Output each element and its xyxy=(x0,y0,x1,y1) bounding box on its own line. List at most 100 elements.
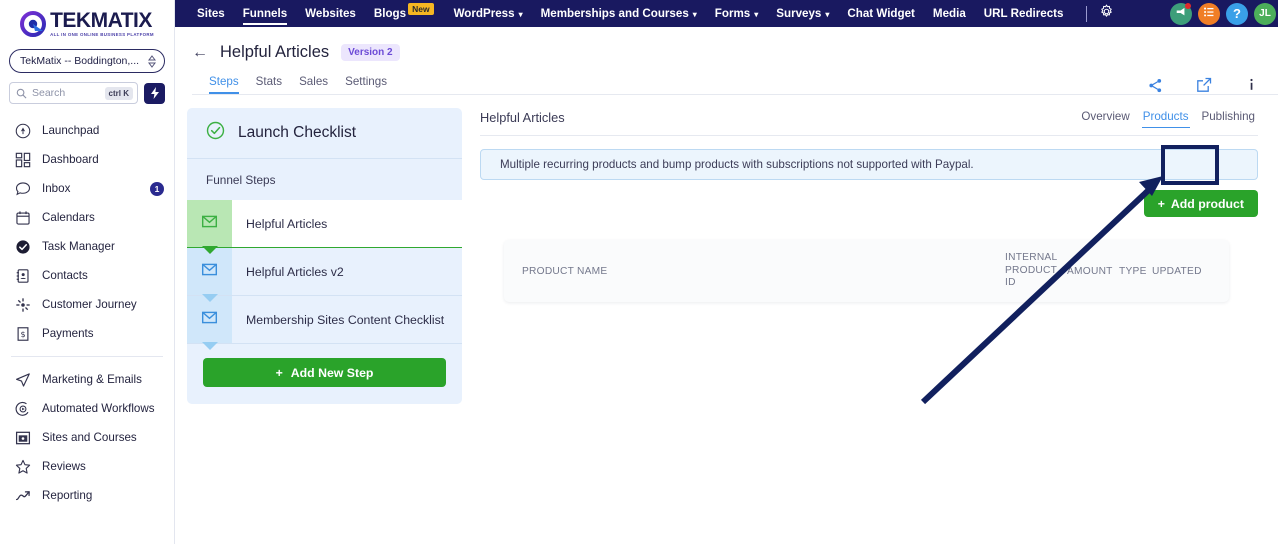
sidebar-item-launchpad[interactable]: Launchpad xyxy=(0,116,174,145)
top-nav-chat-widget[interactable]: Chat Widget xyxy=(838,0,924,27)
settings-gear-button[interactable] xyxy=(1099,4,1114,24)
sites-icon xyxy=(14,429,31,446)
announcements-button[interactable] xyxy=(1170,2,1192,25)
sidebar-item-customer-journey[interactable]: Customer Journey xyxy=(0,290,174,319)
top-nav-url-redirects[interactable]: URL Redirects xyxy=(975,0,1073,27)
sidebar-item-contacts[interactable]: Contacts xyxy=(0,261,174,290)
share-icon[interactable] xyxy=(1148,78,1163,93)
calendar-icon xyxy=(14,209,31,226)
sidebar-nav: Launchpad Dashboard Inbox 1 Calendars Ta… xyxy=(0,116,174,510)
content-tab-publishing[interactable]: Publishing xyxy=(1199,108,1259,128)
sidebar-item-label: Calendars xyxy=(42,211,95,224)
quick-actions-button[interactable] xyxy=(144,82,165,104)
email-step-icon xyxy=(201,309,218,331)
workflow-play-icon xyxy=(14,400,31,417)
notification-dot xyxy=(1185,2,1191,9)
sidebar-item-marketing-emails[interactable]: Marketing & Emails xyxy=(0,365,174,394)
sidebar-item-label: Sites and Courses xyxy=(42,431,137,444)
funnel-step-row[interactable]: Helpful Articles v2 xyxy=(187,248,462,302)
dashboard-icon xyxy=(14,151,31,168)
tekmatix-logo-icon xyxy=(20,10,47,37)
help-button[interactable]: ? xyxy=(1226,2,1248,25)
sidebar-item-calendars[interactable]: Calendars xyxy=(0,203,174,232)
sidebar-item-payments[interactable]: $ Payments xyxy=(0,319,174,348)
version-badge: Version 2 xyxy=(341,44,400,61)
sidebar-item-reviews[interactable]: Reviews xyxy=(0,452,174,481)
sidebar-item-automated-workflows[interactable]: Automated Workflows xyxy=(0,394,174,423)
top-nav-websites[interactable]: Websites xyxy=(296,0,365,27)
top-nav-label: Media xyxy=(932,7,966,20)
content-header: Helpful Articles Overview Products Publi… xyxy=(480,108,1258,128)
tab-label: Stats xyxy=(255,75,283,88)
svg-text:$: $ xyxy=(20,330,25,339)
top-nav-label: Websites xyxy=(305,7,356,20)
top-nav-label: URL Redirects xyxy=(983,7,1064,20)
content-tab-overview[interactable]: Overview xyxy=(1078,108,1132,128)
top-nav-blogs[interactable]: Blogs New xyxy=(365,0,445,27)
body-area: Launch Checklist Funnel Steps Helpful Ar… xyxy=(175,95,1278,404)
add-product-row: + Add product xyxy=(480,190,1258,217)
step-icon-col xyxy=(187,296,232,343)
sidebar-item-label: Inbox xyxy=(42,182,71,195)
logo-wordmark: TEKMATIX xyxy=(50,8,152,32)
top-nav-surveys[interactable]: Surveys ▾ xyxy=(767,0,838,27)
products-table: PRODUCT NAME INTERNAL PRODUCT ID AMOUNT … xyxy=(504,240,1229,302)
chevron-down-icon: ▾ xyxy=(825,10,830,19)
tasks-list-button[interactable] xyxy=(1198,2,1220,25)
journey-icon xyxy=(14,296,31,313)
tab-sales[interactable]: Sales xyxy=(299,75,328,94)
sidebar-item-reporting[interactable]: Reporting xyxy=(0,481,174,510)
top-nav-label: Chat Widget xyxy=(847,7,915,20)
content-title: Helpful Articles xyxy=(480,110,565,125)
top-nav-funnels[interactable]: Funnels xyxy=(234,0,296,27)
top-nav-memberships-and-courses[interactable]: Memberships and Courses ▾ xyxy=(532,0,706,27)
tab-steps[interactable]: Steps xyxy=(209,75,239,94)
top-navigation-bar: Sites Funnels Websites Blogs New WordPre… xyxy=(175,0,1278,27)
launchpad-icon xyxy=(14,122,31,139)
sidebar-item-sites-and-courses[interactable]: Sites and Courses xyxy=(0,423,174,452)
paypal-notice-banner: Multiple recurring products and bump pro… xyxy=(480,149,1258,180)
sidebar: TEKMATIX ALL IN ONE ONLINE BUSINESS PLAT… xyxy=(0,0,175,544)
tab-stats[interactable]: Stats xyxy=(256,75,282,94)
step-connector-arrow xyxy=(202,246,218,254)
funnel-step-row[interactable]: Helpful Articles xyxy=(187,200,462,254)
top-nav-forms[interactable]: Forms ▾ xyxy=(706,0,767,27)
step-label: Helpful Articles v2 xyxy=(232,248,462,295)
back-arrow-icon[interactable]: ← xyxy=(192,44,208,61)
contacts-icon xyxy=(14,267,31,284)
plus-icon: + xyxy=(275,365,283,380)
tab-label: Publishing xyxy=(1201,110,1256,123)
step-connector-arrow xyxy=(202,294,218,302)
search-input[interactable]: Search ctrl K xyxy=(9,82,138,104)
top-nav-wordpress[interactable]: WordPress ▾ xyxy=(445,0,532,27)
checklist-header[interactable]: Launch Checklist xyxy=(187,108,462,159)
top-nav-media[interactable]: Media xyxy=(924,0,975,27)
brand-logo[interactable]: TEKMATIX ALL IN ONE ONLINE BUSINESS PLAT… xyxy=(0,0,174,43)
sidebar-item-dashboard[interactable]: Dashboard xyxy=(0,145,174,174)
funnel-steps-label: Funnel Steps xyxy=(206,173,276,187)
step-label: Membership Sites Content Checklist xyxy=(232,296,462,343)
content-panel: Helpful Articles Overview Products Publi… xyxy=(480,108,1278,404)
top-nav-label: Blogs xyxy=(373,7,407,20)
account-selector[interactable]: TekMatix -- Boddington,... xyxy=(9,49,165,73)
page-title-row: ← Helpful Articles Version 2 xyxy=(192,43,1278,62)
checklist-title: Launch Checklist xyxy=(238,124,357,141)
funnel-step-row[interactable]: Membership Sites Content Checklist xyxy=(187,296,462,350)
tab-label: Overview xyxy=(1081,110,1130,123)
sidebar-item-task-manager[interactable]: Task Manager xyxy=(0,232,174,261)
content-tab-products[interactable]: Products xyxy=(1140,108,1192,128)
add-new-step-button[interactable]: + Add New Step xyxy=(203,358,446,387)
external-link-icon[interactable] xyxy=(1196,77,1212,93)
check-circle-icon xyxy=(206,121,225,145)
sidebar-item-label: Task Manager xyxy=(42,240,115,253)
top-nav-sites[interactable]: Sites xyxy=(188,0,234,27)
email-step-icon xyxy=(201,261,218,283)
info-icon[interactable] xyxy=(1245,77,1258,93)
list-icon xyxy=(1203,5,1215,23)
sidebar-item-label: Payments xyxy=(42,327,94,340)
avatar[interactable]: JL xyxy=(1254,2,1276,25)
sidebar-item-label: Contacts xyxy=(42,269,88,282)
add-product-button[interactable]: + Add product xyxy=(1143,190,1258,217)
sidebar-item-inbox[interactable]: Inbox 1 xyxy=(0,174,174,203)
tab-settings[interactable]: Settings xyxy=(345,75,387,94)
